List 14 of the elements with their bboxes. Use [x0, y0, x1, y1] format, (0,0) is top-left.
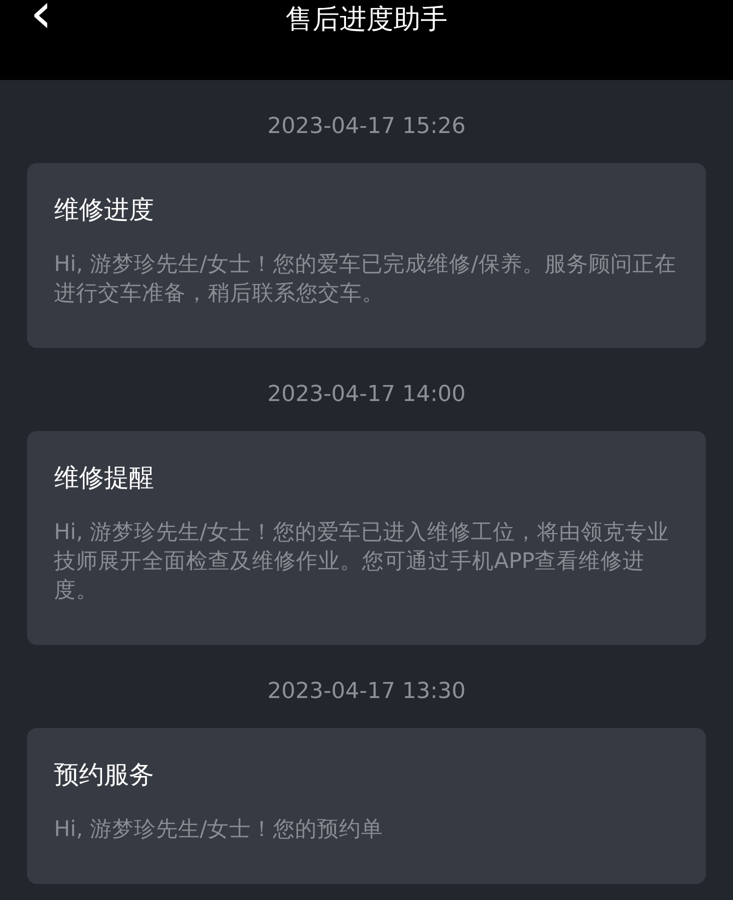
message-card[interactable]: 维修进度 Hi, 游梦珍先生/女士！您的爱车已完成维修/保养。服务顾问正在进行交车准备，稍后联系您交车。 [27, 163, 706, 348]
message-title: 维修进度 [54, 194, 155, 226]
message-time: 2023-04-17 14:00 [267, 382, 466, 407]
message-body: Hi, 游梦珍先生/女士！您的预约单 [54, 816, 384, 844]
page-title: 售后进度助手 [286, 3, 448, 37]
message-time: 2023-04-17 13:30 [267, 679, 466, 704]
message-title: 预约服务 [54, 759, 155, 791]
message-title: 维修提醒 [54, 462, 155, 494]
message-body: Hi, 游梦珍先生/女士！您的爱车已进入维修工位，将由领克专业技师展开全面检查及维修作业。您可通过手机APP查看维修进度。 [54, 519, 670, 605]
message-time: 2023-04-17 15:26 [267, 114, 466, 139]
message-card[interactable]: 维修提醒 Hi, 游梦珍先生/女士！您的爱车已进入维修工位，将由领克专业技师展开全面检查及维修作业。您可通过手机APP查看维修进度。 [27, 431, 706, 645]
message-card[interactable]: 预约服务 Hi, 游梦珍先生/女士！您的预约单 [27, 728, 706, 884]
back-button[interactable]: ‹ [30, 0, 52, 42]
message-body: Hi, 游梦珍先生/女士！您的爱车已完成维修/保养。服务顾问正在进行交车准备，稍后联系您交车。 [54, 251, 678, 308]
